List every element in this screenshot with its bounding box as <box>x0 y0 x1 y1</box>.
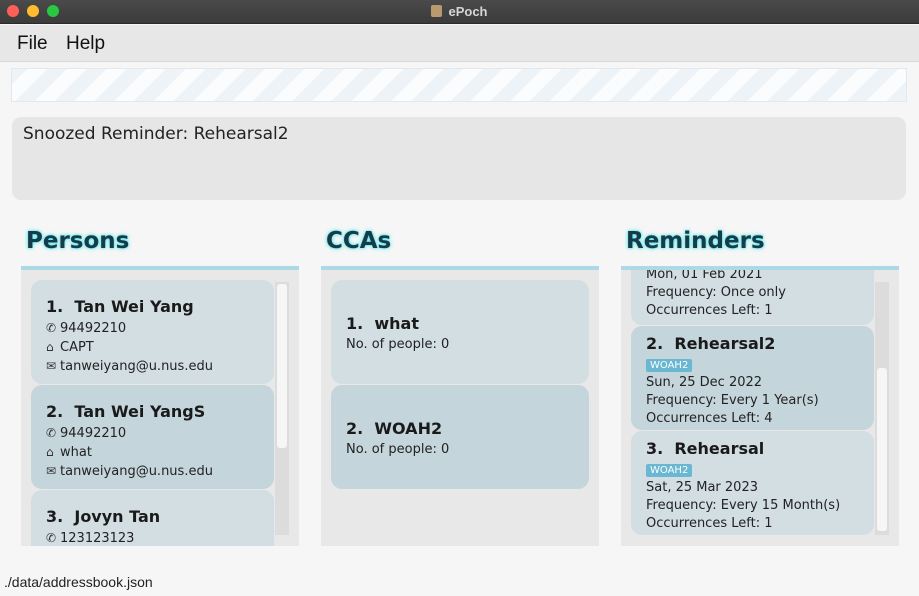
phone-icon: ✆ <box>46 531 57 545</box>
person-name: Tan Wei YangS <box>74 402 206 421</box>
persons-scroll-thumb[interactable] <box>277 284 287 448</box>
person-card[interactable]: 3. Jovyn Tan ✆ 123123123 <box>31 490 274 546</box>
cca-index: 1. <box>346 314 364 333</box>
reminder-cca-tag: WOAH2 <box>646 464 693 477</box>
reminders-scrollbar[interactable] <box>875 282 889 535</box>
person-email: tanweiyang@u.nus.edu <box>60 359 213 374</box>
command-input[interactable] <box>11 68 907 102</box>
save-location-path: ./data/addressbook.json <box>4 574 153 590</box>
reminder-card[interactable]: Mon, 01 Feb 2021 Frequency: Once only Oc… <box>631 270 874 325</box>
reminder-occurrences: Occurrences Left: 1 <box>646 303 773 318</box>
person-email: tanweiyang@u.nus.edu <box>60 464 213 479</box>
person-name: Tan Wei Yang <box>74 297 194 316</box>
cca-card[interactable]: 1. what No. of people: 0 <box>331 280 589 384</box>
persons-list[interactable]: 1. Tan Wei Yang ✆ 94492210 ⌂ CAPT ✉ tanweiy… <box>21 270 299 546</box>
menu-help[interactable]: Help <box>66 33 105 55</box>
person-cca: what <box>60 445 92 460</box>
person-phone: 94492210 <box>60 426 127 441</box>
mail-icon: ✉ <box>46 464 57 478</box>
person-phone: 123123123 <box>60 531 135 546</box>
reminder-card[interactable]: 2. Rehearsal2 WOAH2 Sun, 25 Dec 2022 Fre… <box>631 326 874 430</box>
person-index: 2. <box>46 402 64 421</box>
status-bar: ./data/addressbook.json <box>0 572 919 596</box>
result-text: Snoozed Reminder: Rehearsal2 <box>23 124 289 144</box>
person-phone: 94492210 <box>60 321 127 336</box>
menu-bar: File Help <box>0 25 919 62</box>
window-title-text: ePoch <box>448 4 488 19</box>
person-name: Jovyn Tan <box>74 507 161 526</box>
reminder-frequency: Frequency: Once only <box>646 285 786 300</box>
cca-name: WOAH2 <box>374 419 443 438</box>
menu-file[interactable]: File <box>17 33 48 55</box>
reminder-date: Sat, 25 Mar 2023 <box>646 480 758 495</box>
window-titlebar: ePoch <box>0 0 919 24</box>
reminders-panel-title: Reminders <box>626 228 765 254</box>
cca-index: 2. <box>346 419 364 438</box>
window-title: ePoch <box>0 4 919 19</box>
ccas-list[interactable]: 1. what No. of people: 0 2. WOAH2 No. of… <box>321 270 599 546</box>
mail-icon: ✉ <box>46 359 57 373</box>
person-cca: CAPT <box>60 340 94 355</box>
reminders-list[interactable]: Mon, 01 Feb 2021 Frequency: Once only Oc… <box>621 270 899 546</box>
reminder-frequency: Frequency: Every 15 Month(s) <box>646 498 841 513</box>
persons-scrollbar[interactable] <box>275 282 289 535</box>
phone-icon: ✆ <box>46 321 57 335</box>
reminder-name: Rehearsal2 <box>674 334 776 353</box>
phone-icon: ✆ <box>46 426 57 440</box>
reminder-index: 2. <box>646 334 664 353</box>
cca-card[interactable]: 2. WOAH2 No. of people: 0 <box>331 385 589 489</box>
cca-people-count: No. of people: 0 <box>346 337 450 352</box>
person-card[interactable]: 2. Tan Wei YangS ✆ 94492210 ⌂ what ✉ tanwei… <box>31 385 274 489</box>
reminder-date: Sun, 25 Dec 2022 <box>646 375 763 390</box>
persons-panel-title: Persons <box>26 228 130 254</box>
reminder-cca-tag: WOAH2 <box>646 359 693 372</box>
reminder-card[interactable]: 3. Rehearsal WOAH2 Sat, 25 Mar 2023 Freq… <box>631 431 874 535</box>
result-display: Snoozed Reminder: Rehearsal2 <box>12 117 906 200</box>
person-index: 1. <box>46 297 64 316</box>
reminder-occurrences: Occurrences Left: 1 <box>646 516 773 531</box>
person-card[interactable]: 1. Tan Wei Yang ✆ 94492210 ⌂ CAPT ✉ tanweiy… <box>31 280 274 384</box>
app-icon <box>431 5 443 17</box>
cca-people-count: No. of people: 0 <box>346 442 450 457</box>
cca-name: what <box>374 314 419 333</box>
house-icon: ⌂ <box>46 445 54 459</box>
reminder-index: 3. <box>646 439 664 458</box>
ccas-panel-title: CCAs <box>326 228 392 254</box>
house-icon: ⌂ <box>46 340 54 354</box>
reminder-occurrences: Occurrences Left: 4 <box>646 411 773 426</box>
person-index: 3. <box>46 507 64 526</box>
reminder-date: Mon, 01 Feb 2021 <box>646 270 763 282</box>
reminders-scroll-thumb[interactable] <box>877 368 887 531</box>
reminder-frequency: Frequency: Every 1 Year(s) <box>646 393 819 408</box>
reminder-name: Rehearsal <box>674 439 765 458</box>
